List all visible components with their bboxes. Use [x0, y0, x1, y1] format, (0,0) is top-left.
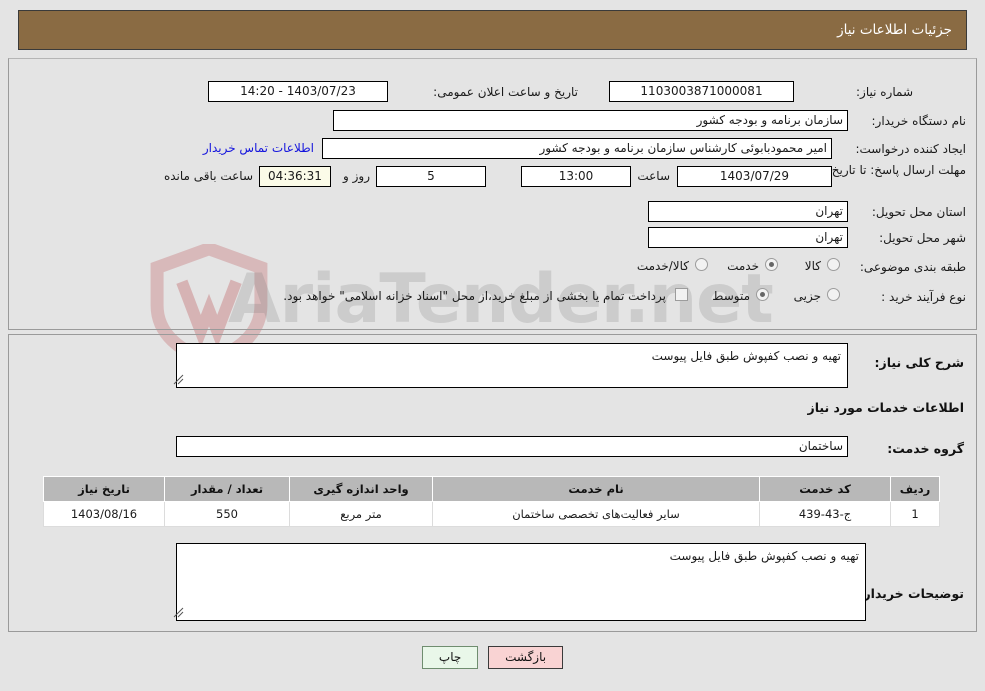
days-label: روز و — [343, 169, 370, 183]
buyer-notes-textarea[interactable]: تهیه و نصب کفپوش طبق فایل پیوست — [176, 543, 866, 621]
col-index: ردیف — [890, 476, 940, 502]
service-items-table: ردیف کد خدمت نام خدمت واحد اندازه گیری ت… — [43, 476, 940, 527]
action-button-bar: بازگشت چاپ — [0, 646, 985, 669]
need-detail-panel: شرح کلی نیاز: تهیه و نصب کفپوش طبق فایل … — [8, 334, 977, 632]
print-button[interactable]: چاپ — [421, 646, 479, 669]
province-label: استان محل تحویل: — [871, 205, 966, 219]
table-header-row: ردیف کد خدمت نام خدمت واحد اندازه گیری ت… — [43, 476, 940, 502]
deadline-label: مهلت ارسال پاسخ: تا تاریخ: — [827, 163, 966, 177]
process-radio-medium-label: متوسط — [712, 289, 750, 303]
announce-datetime-value: 1403/07/23 - 14:20 — [208, 81, 388, 102]
col-code: کد خدمت — [759, 476, 891, 502]
table-row: 1 ج-43-439 سایر فعالیت‌های تخصصی ساختمان… — [43, 501, 940, 527]
process-radio-medium[interactable] — [756, 288, 769, 301]
row-process-type: نوع فرآیند خرید : جزیی متوسط پرداخت تمام… — [9, 287, 976, 315]
col-need-date: تاریخ نیاز — [43, 476, 165, 502]
buyer-org-value: سازمان برنامه و بودجه کشور — [333, 110, 848, 131]
category-radio-goods-service[interactable] — [695, 258, 708, 271]
category-radio-service-label: خدمت — [727, 259, 759, 273]
remaining-days-value: 5 — [376, 166, 486, 187]
col-quantity: تعداد / مقدار — [164, 476, 290, 502]
need-number-value: 1103003871000081 — [609, 81, 794, 102]
treasury-bonds-checkbox[interactable] — [675, 288, 688, 301]
row-need-number: شماره نیاز: 1103003871000081 تاریخ و ساع… — [9, 81, 976, 109]
buyer-contact-link[interactable]: اطلاعات تماس خریدار — [203, 138, 314, 159]
category-radio-service[interactable] — [765, 258, 778, 271]
cell-quantity: 550 — [164, 501, 290, 527]
need-info-panel: شماره نیاز: 1103003871000081 تاریخ و ساع… — [8, 58, 977, 330]
services-section-heading: اطلاعات خدمات مورد نیاز — [807, 400, 965, 415]
service-group-value: ساختمان — [176, 436, 848, 457]
cell-index: 1 — [890, 501, 940, 527]
hour-label: ساعت — [637, 169, 670, 183]
process-label: نوع فرآیند خرید : — [881, 290, 966, 304]
general-desc-label: شرح کلی نیاز: — [874, 355, 964, 370]
col-unit: واحد اندازه گیری — [289, 476, 433, 502]
cell-need-date: 1403/08/16 — [43, 501, 165, 527]
cell-name: سایر فعالیت‌های تخصصی ساختمان — [432, 501, 760, 527]
city-label: شهر محل تحویل: — [879, 231, 966, 245]
requester-label: ایجاد کننده درخواست: — [855, 142, 966, 156]
buyer-notes-label: توضیحات خریدار: — [858, 586, 964, 601]
treasury-bonds-label: پرداخت تمام یا بخشی از مبلغ خرید،از محل … — [283, 289, 666, 303]
buyer-org-label: نام دستگاه خریدار: — [871, 114, 967, 128]
service-group-label: گروه خدمت: — [887, 441, 964, 456]
general-desc-textarea[interactable]: تهیه و نصب کفپوش طبق فایل پیوست — [176, 343, 848, 388]
category-radio-goods-label: کالا — [804, 259, 821, 273]
row-buyer-org: نام دستگاه خریدار: سازمان برنامه و بودجه… — [9, 110, 976, 138]
countdown-label: ساعت باقی مانده — [163, 169, 253, 183]
page-title: جزئیات اطلاعات نیاز — [837, 22, 952, 38]
announce-datetime-label: تاریخ و ساعت اعلان عمومی: — [433, 85, 578, 99]
category-label: طبقه بندی موضوعی: — [859, 260, 966, 274]
deadline-date-value: 1403/07/29 — [677, 166, 832, 187]
city-value: تهران — [648, 227, 848, 248]
need-number-label: شماره نیاز: — [856, 85, 913, 99]
requester-value: امیر محمودبابوئی کارشناس سازمان برنامه و… — [322, 138, 832, 159]
page-header: جزئیات اطلاعات نیاز — [18, 10, 967, 50]
deadline-time-value: 13:00 — [521, 166, 631, 187]
cell-code: ج-43-439 — [759, 501, 891, 527]
row-category: طبقه بندی موضوعی: کالا خدمت کالا/خدمت — [9, 257, 976, 285]
process-radio-minor[interactable] — [827, 288, 840, 301]
col-name: نام خدمت — [432, 476, 760, 502]
province-value: تهران — [648, 201, 848, 222]
cell-unit: متر مربع — [289, 501, 433, 527]
category-radio-goods-service-label: کالا/خدمت — [636, 259, 689, 273]
row-city: شهر محل تحویل: تهران — [9, 227, 976, 255]
row-province: استان محل تحویل: تهران — [9, 201, 976, 229]
process-radio-minor-label: جزیی — [793, 289, 821, 303]
row-deadline: مهلت ارسال پاسخ: تا تاریخ: 1403/07/29 سا… — [9, 163, 976, 194]
back-button[interactable]: بازگشت — [488, 646, 564, 669]
countdown-timer-value: 04:36:31 — [259, 166, 331, 187]
category-radio-goods[interactable] — [827, 258, 840, 271]
